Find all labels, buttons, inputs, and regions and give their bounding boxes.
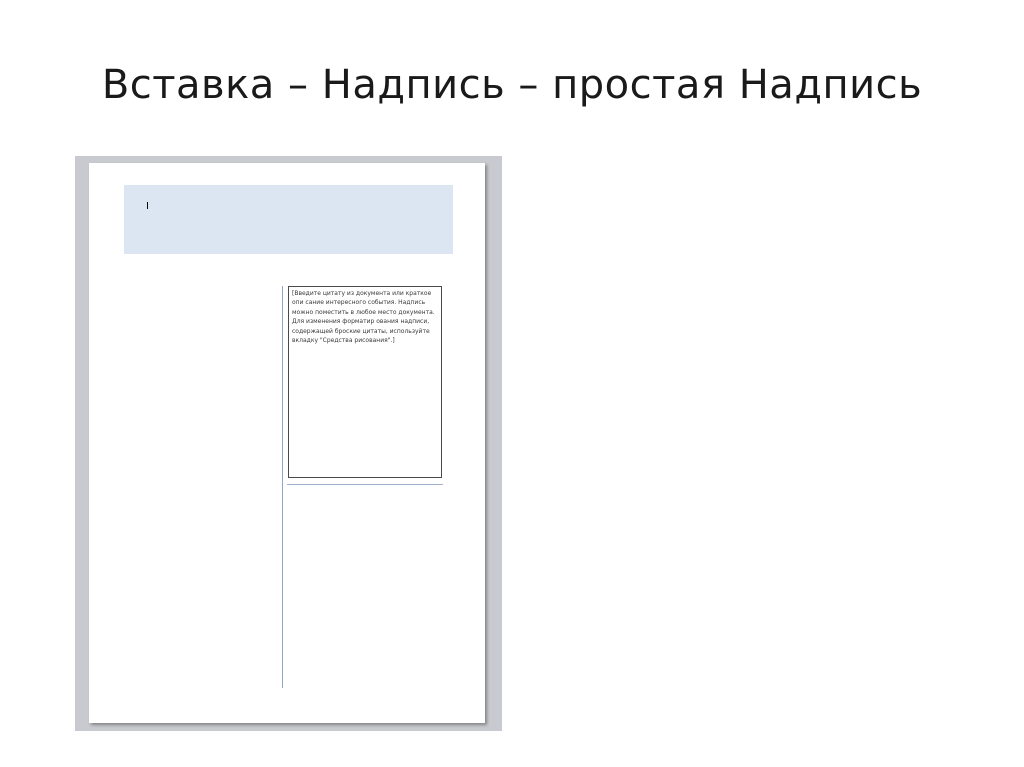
text-cursor: I <box>146 201 149 212</box>
quote-divider-line <box>287 484 443 485</box>
slide-title: Вставка – Надпись – простая Надпись <box>101 62 923 108</box>
header-text-box[interactable] <box>124 185 453 254</box>
sidebar-vertical-rule <box>282 286 283 688</box>
quote-text-box[interactable]: [Введите цитату из документа или краткое… <box>288 286 442 478</box>
quote-placeholder-text: [Введите цитату из документа или краткое… <box>292 290 435 345</box>
